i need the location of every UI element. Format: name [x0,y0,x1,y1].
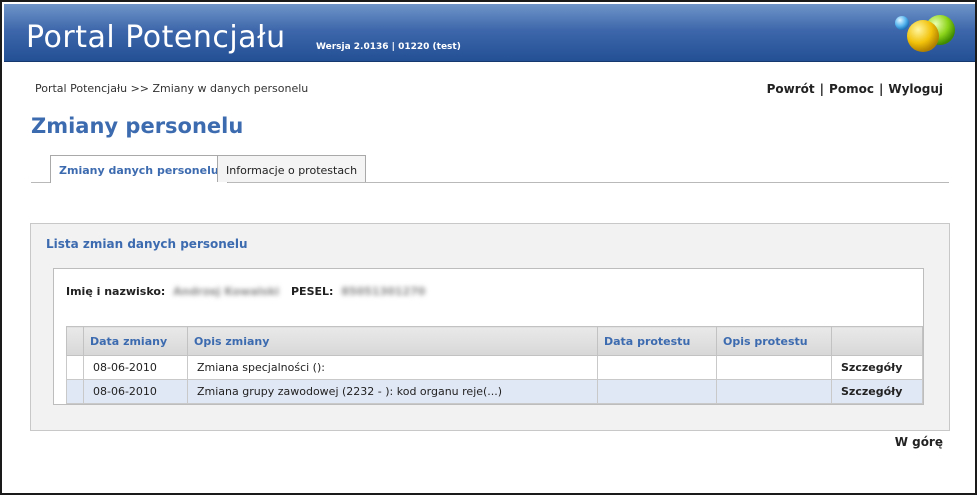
name-value-redacted: Andrzej Kowalski [173,285,280,298]
protest-description-cell [716,379,832,404]
column-protest-date[interactable]: Data protestu [597,326,717,356]
person-info: Imię i nazwisko: Andrzej Kowalski PESEL:… [66,285,433,298]
separator: | [878,82,884,96]
window-frame: Portal Potencjału Wersja 2.0136 | 01220 … [0,0,977,495]
logout-link[interactable]: Wyloguj [888,82,943,96]
changes-table: Data zmiany Opis zmiany Data protestu Op… [66,326,923,404]
separator: | [819,82,825,96]
column-protest-description[interactable]: Opis protestu [716,326,832,356]
app-version: Wersja 2.0136 | 01220 (test) [316,42,461,52]
table-row: 08-06-2010 Zmiana specjalności (): Szcze… [66,355,923,380]
protest-date-cell [597,355,717,380]
page-title: Zmiany personelu [31,114,244,138]
tab-protests-info[interactable]: Informacje o protestach [217,155,367,182]
row-select-cell [66,379,84,404]
tab-personnel-changes[interactable]: Zmiany danych personelu [50,155,228,183]
protest-description-cell [716,355,832,380]
protest-date-cell [597,379,717,404]
back-link[interactable]: Powrót [767,82,815,96]
column-actions [831,326,923,356]
table-header-row: Data zmiany Opis zmiany Data protestu Op… [66,326,923,356]
breadcrumb: Portal Potencjału >> Zmiany w danych per… [35,82,309,95]
name-label: Imię i nazwisko: [66,285,166,298]
pesel-value-redacted: 85051301270 [341,285,426,298]
panel-title: Lista zmian danych personelu [46,237,248,251]
changes-inner-box: Imię i nazwisko: Andrzej Kowalski PESEL:… [53,268,924,405]
column-change-date[interactable]: Data zmiany [83,326,188,356]
change-description-cell: Zmiana grupy zawodowej (2232 - ): kod or… [187,379,598,404]
change-date-cell: 08-06-2010 [83,355,188,380]
change-description-cell: Zmiana specjalności (): [187,355,598,380]
pesel-label: PESEL: [291,285,334,298]
details-link[interactable]: Szczegóły [831,379,923,404]
column-change-description[interactable]: Opis zmiany [187,326,598,356]
changes-list-panel: Lista zmian danych personelu Imię i nazw… [30,223,950,431]
logo-bubbles-icon [895,15,955,52]
table-row: 08-06-2010 Zmiana grupy zawodowej (2232 … [66,379,923,404]
details-link[interactable]: Szczegóły [831,355,923,380]
row-select-cell [66,355,84,380]
app-header: Portal Potencjału Wersja 2.0136 | 01220 … [4,4,975,62]
back-to-top-link[interactable]: W górę [895,435,943,449]
help-link[interactable]: Pomoc [829,82,874,96]
change-date-cell: 08-06-2010 [83,379,188,404]
app-title: Portal Potencjału [26,20,286,55]
select-column-header [66,326,84,356]
top-links: Powrót | Pomoc | Wyloguj [767,82,943,96]
